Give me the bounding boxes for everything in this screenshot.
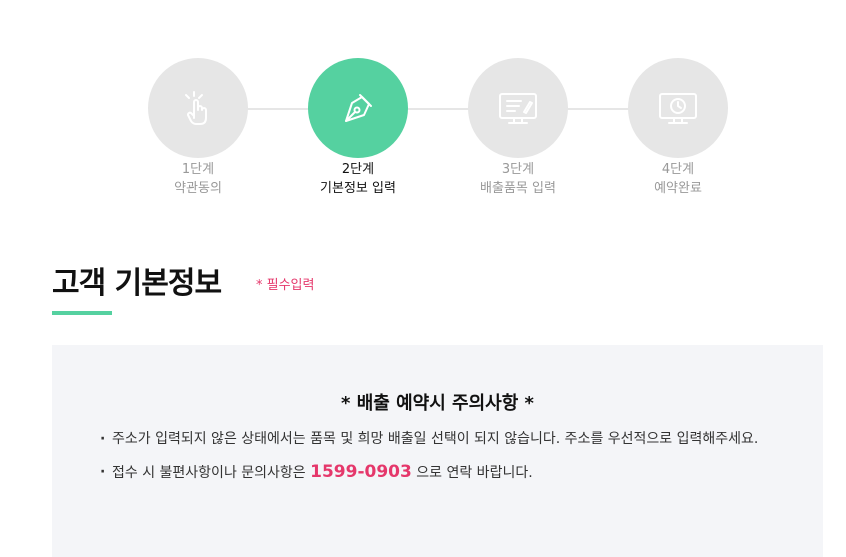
notice-item: 접수 시 불편사항이나 문의사항은 1599-0903 으로 연락 바랍니다. [100,462,790,484]
title-underline [52,311,112,315]
notice-item-prefix: 접수 시 불편사항이나 문의사항은 [112,465,311,481]
notice-list: 주소가 입력되지 않은 상태에서는 품목 및 희망 배출일 선택이 되지 않습니… [100,429,790,496]
step-4-label: 예약완료 [654,181,702,196]
step-connector-line [198,108,678,110]
notice-box: * 배출 예약시 주의사항 * 주소가 입력되지 않은 상태에서는 품목 및 희… [52,345,823,557]
step-3: 3단계 배출품목 입력 [448,58,588,198]
required-note: * 필수입력 [256,278,315,293]
monitor-edit-icon [499,93,537,124]
step-1: 1단계 약관동의 [128,58,268,198]
step-progress: 1단계 약관동의 2단계 기본정보 입력 3단계 배출품목 입력 4단계 예약완… [0,58,846,208]
hand-tap-icon [185,91,207,125]
step-4-number: 4단계 [661,162,695,177]
step-3-number: 3단계 [501,162,535,177]
notice-item-suffix: 으로 연락 바랍니다. [411,465,533,481]
notice-item: 주소가 입력되지 않은 상태에서는 품목 및 희망 배출일 선택이 되지 않습니… [100,429,790,450]
step-2-circle [308,58,408,158]
pen-icon [345,94,372,122]
step-2: 2단계 기본정보 입력 [288,58,428,198]
step-4-circle [628,58,728,158]
step-1-label: 약관동의 [174,181,222,196]
section-title: 고객 기본정보 [52,266,222,301]
notice-title: * 배출 예약시 주의사항 * [341,393,534,414]
step-2-number: 2단계 [341,162,375,177]
monitor-clock-icon [659,93,697,124]
step-3-circle [468,58,568,158]
notice-item-text: 주소가 입력되지 않은 상태에서는 품목 및 희망 배출일 선택이 되지 않습니… [112,431,759,447]
step-3-label: 배출품목 입력 [480,181,556,196]
step-2-label: 기본정보 입력 [320,181,396,196]
step-1-circle [148,58,248,158]
step-1-number: 1단계 [181,162,215,177]
contact-phone-number: 1599-0903 [310,462,412,482]
step-4: 4단계 예약완료 [608,58,748,198]
